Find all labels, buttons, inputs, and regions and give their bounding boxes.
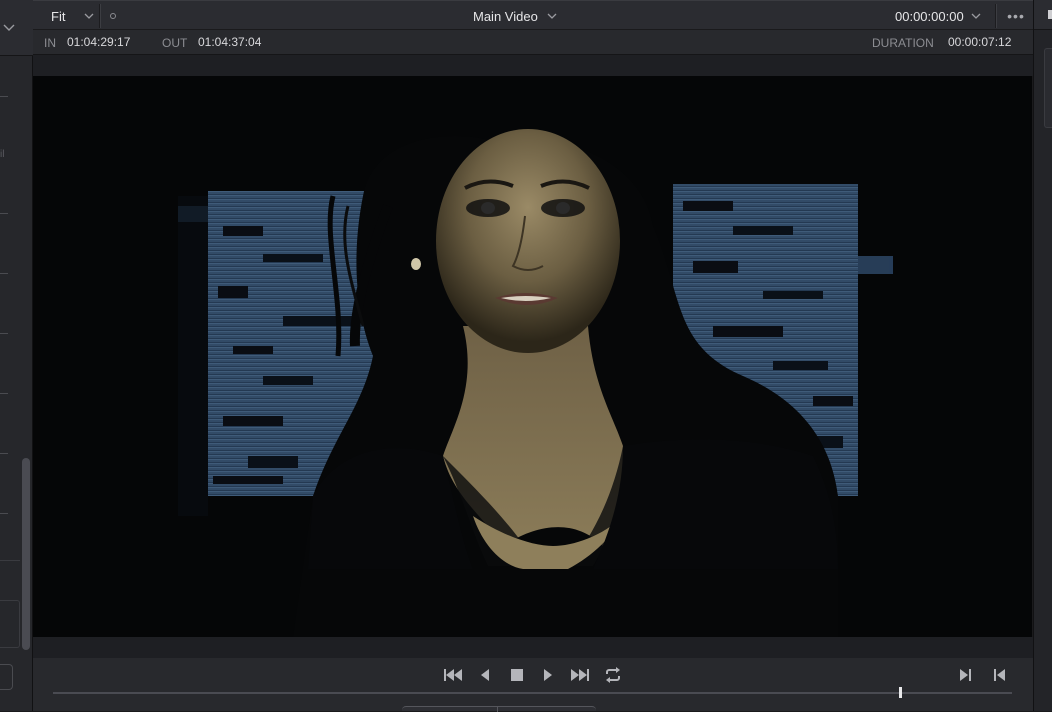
left-panel-header xyxy=(0,0,33,56)
out-timecode[interactable]: 01:04:37:04 xyxy=(198,35,261,49)
chevron-down-icon xyxy=(84,13,94,19)
timecode-dropdown[interactable]: 00:00:00:00 xyxy=(895,1,982,31)
divider xyxy=(0,96,8,97)
viewer-header: Fit Main Video 00:00:00:00 ••• xyxy=(33,0,1033,30)
stop-button[interactable] xyxy=(504,664,530,686)
zoom-mode-dropdown[interactable]: Fit xyxy=(33,1,99,31)
chevron-down-icon xyxy=(971,13,981,19)
next-edit-button[interactable] xyxy=(953,664,979,686)
in-timecode[interactable]: 01:04:29:17 xyxy=(67,35,130,49)
right-panel-field[interactable] xyxy=(1044,48,1052,128)
duration-label: DURATION xyxy=(872,36,934,50)
left-panel-scrollbar[interactable] xyxy=(22,458,30,650)
chevron-down-icon xyxy=(547,13,557,19)
divider xyxy=(0,273,8,274)
go-to-next-edit-icon xyxy=(960,669,971,681)
skip-to-end-icon xyxy=(571,669,589,681)
scrubber-track[interactable] xyxy=(53,692,1012,694)
right-panel-header xyxy=(1034,0,1052,30)
skip-to-end-button[interactable] xyxy=(567,664,593,686)
zoom-mode-label: Fit xyxy=(51,8,66,24)
divider xyxy=(0,333,8,334)
play-reverse-button[interactable] xyxy=(472,664,498,686)
go-to-previous-edit-icon xyxy=(994,669,1005,681)
previous-edit-button[interactable] xyxy=(986,664,1012,686)
skip-to-start-icon xyxy=(444,669,462,681)
right-side-panel xyxy=(1033,0,1052,711)
loop-icon xyxy=(606,667,620,683)
left-panel-field[interactable] xyxy=(0,600,20,648)
left-panel-field[interactable] xyxy=(0,560,20,600)
video-frame xyxy=(33,76,1032,637)
left-panel-label: il xyxy=(0,149,5,160)
viewer-title-dropdown[interactable]: Main Video xyxy=(473,1,558,31)
out-label: OUT xyxy=(162,36,188,50)
panel-icon[interactable] xyxy=(1048,10,1052,19)
indicator-dot-icon[interactable] xyxy=(110,13,116,19)
video-viewer[interactable] xyxy=(33,76,1032,637)
bottom-tab-strip[interactable] xyxy=(402,706,596,712)
duration-timecode: 00:00:07:12 xyxy=(948,35,1012,49)
viewer-letterbox-top xyxy=(33,55,1033,76)
play-icon xyxy=(544,669,552,681)
transport-controls xyxy=(33,658,1033,711)
subject-face xyxy=(436,129,620,353)
divider xyxy=(0,513,8,514)
divider xyxy=(0,213,8,214)
more-options-button[interactable]: ••• xyxy=(999,1,1033,31)
chevron-down-icon[interactable] xyxy=(2,20,16,34)
play-button[interactable] xyxy=(535,664,561,686)
viewer-letterbox-bottom xyxy=(33,637,1033,658)
in-label: IN xyxy=(44,36,56,50)
loop-button[interactable] xyxy=(600,664,626,686)
divider xyxy=(0,393,8,394)
left-side-panel: il xyxy=(0,0,33,711)
divider xyxy=(0,453,8,454)
left-panel-button[interactable] xyxy=(0,664,13,690)
play-reverse-icon xyxy=(481,669,489,681)
skip-to-start-button[interactable] xyxy=(440,664,466,686)
stop-icon xyxy=(511,669,523,681)
in-out-bar: IN 01:04:29:17 OUT 01:04:37:04 DURATION … xyxy=(33,30,1033,55)
playhead-handle[interactable] xyxy=(899,687,902,698)
viewer-title: Main Video xyxy=(473,8,538,24)
current-timecode: 00:00:00:00 xyxy=(895,8,964,24)
